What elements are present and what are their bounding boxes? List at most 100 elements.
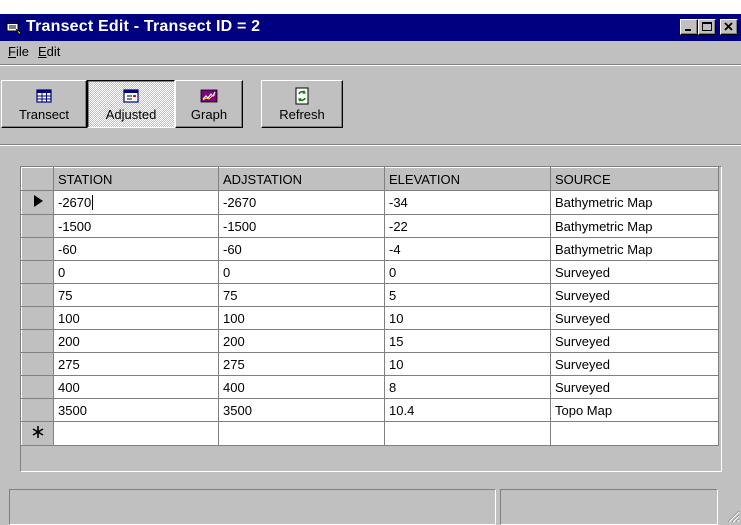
adjstation-cell[interactable]: -1500 [218,214,385,238]
row-selector[interactable] [21,260,54,284]
new-record-row[interactable] [21,421,719,446]
new-record-icon [32,426,44,438]
adjstation-cell[interactable]: 75 [218,283,385,307]
station-cell[interactable]: 100 [53,306,219,330]
elevation-cell[interactable]: -34 [384,190,551,215]
table-icon [36,89,52,103]
elevation-cell[interactable]: 15 [384,329,551,353]
elevation-cell[interactable]: 10 [384,306,551,330]
row-selector[interactable] [21,352,54,376]
graph-icon [200,89,218,103]
source-cell[interactable]: Surveyed [550,306,719,330]
station-cell[interactable]: -2670 [53,190,219,215]
source-cell[interactable]: Surveyed [550,352,719,376]
row-selector[interactable] [21,398,54,422]
table-row[interactable]: -2670 -2670 -34 Bathymetric Map [21,190,719,215]
source-cell[interactable]: Surveyed [550,283,719,307]
refresh-button[interactable]: Refresh [261,80,343,128]
station-cell[interactable]: -1500 [53,214,219,238]
source-cell[interactable]: Bathymetric Map [550,190,719,215]
source-cell[interactable]: Surveyed [550,260,719,284]
transect-table: STATION ADJSTATION ELEVATION SOURCE -267… [21,167,719,446]
elevation-cell[interactable]: 10.4 [384,398,551,422]
transect-edit-window: Transect Edit - Transect ID = 2 File Edi… [0,14,741,525]
elevation-cell[interactable]: 5 [384,283,551,307]
minimize-button[interactable] [680,19,698,35]
station-cell[interactable]: 3500 [53,398,219,422]
row-selector[interactable] [21,306,54,330]
title-bar[interactable]: Transect Edit - Transect ID = 2 [0,14,741,41]
column-header-station[interactable]: STATION [53,167,219,191]
close-button[interactable] [720,19,738,35]
transect-datasheet[interactable]: STATION ADJSTATION ELEVATION SOURCE -267… [20,166,722,472]
elevation-cell[interactable]: -4 [384,237,551,261]
menu-file-accelerator: F [8,44,16,59]
adjstation-cell[interactable]: 3500 [218,398,385,422]
table-row[interactable]: -1500 -1500 -22 Bathymetric Map [21,214,719,238]
maximize-icon [702,22,712,31]
row-selector[interactable] [21,190,54,215]
maximize-button[interactable] [698,19,716,35]
row-selector[interactable] [21,375,54,399]
menu-file-label: ile [15,44,29,59]
elevation-cell[interactable] [384,421,551,446]
window-title: Transect Edit - Transect ID = 2 [26,18,261,35]
station-cell[interactable] [53,421,219,446]
column-header-elevation[interactable]: ELEVATION [384,167,551,191]
station-cell[interactable]: -60 [53,237,219,261]
menu-separator [0,64,741,66]
status-pane-secondary [500,489,718,525]
adjstation-cell[interactable]: 200 [218,329,385,353]
table-row[interactable]: -60 -60 -4 Bathymetric Map [21,237,719,261]
menu-file[interactable]: File [8,44,29,59]
adjstation-cell[interactable]: 0 [218,260,385,284]
source-cell[interactable]: Bathymetric Map [550,214,719,238]
adjstation-cell[interactable]: 400 [218,375,385,399]
table-row[interactable]: 0 0 0 Surveyed [21,260,719,284]
source-cell[interactable] [550,421,719,446]
adjstation-cell[interactable]: 275 [218,352,385,376]
source-cell[interactable]: Topo Map [550,398,719,422]
refresh-icon [295,87,309,105]
column-header-source[interactable]: SOURCE [550,167,719,191]
station-cell[interactable]: 400 [53,375,219,399]
graph-button[interactable]: Graph [175,80,243,128]
station-cell[interactable]: 200 [53,329,219,353]
station-cell[interactable]: 75 [53,283,219,307]
column-header-adjstation[interactable]: ADJSTATION [218,167,385,191]
elevation-cell[interactable]: 0 [384,260,551,284]
table-row[interactable]: 200 200 15 Surveyed [21,329,719,353]
row-selector[interactable] [21,214,54,238]
form-view-icon [123,89,139,103]
row-selector[interactable] [21,421,54,446]
table-row[interactable]: 275 275 10 Surveyed [21,352,719,376]
source-cell[interactable]: Surveyed [550,375,719,399]
adjstation-cell[interactable]: -60 [218,237,385,261]
table-row[interactable]: 100 100 10 Surveyed [21,306,719,330]
select-all-corner[interactable] [21,167,54,191]
adjstation-cell[interactable]: 100 [218,306,385,330]
transect-button[interactable]: Transect [1,80,87,128]
adjstation-cell[interactable] [218,421,385,446]
form-icon [6,20,22,35]
row-selector[interactable] [21,237,54,261]
table-row[interactable]: 400 400 8 Surveyed [21,375,719,399]
adjusted-button[interactable]: Adjusted [87,80,175,128]
close-icon [724,22,733,31]
elevation-cell[interactable]: 8 [384,375,551,399]
source-cell[interactable]: Bathymetric Map [550,237,719,261]
adjusted-button-label: Adjusted [105,107,157,122]
elevation-cell[interactable]: 10 [384,352,551,376]
row-selector[interactable] [21,283,54,307]
row-selector[interactable] [21,329,54,353]
station-cell[interactable]: 0 [53,260,219,284]
station-value: -2670 [58,195,92,210]
menu-edit[interactable]: Edit [38,44,60,59]
table-row[interactable]: 3500 3500 10.4 Topo Map [21,398,719,422]
source-cell[interactable]: Surveyed [550,329,719,353]
adjstation-cell[interactable]: -2670 [218,190,385,215]
station-cell[interactable]: 275 [53,352,219,376]
resize-grip-icon[interactable] [726,509,740,523]
elevation-cell[interactable]: -22 [384,214,551,238]
table-row[interactable]: 75 75 5 Surveyed [21,283,719,307]
